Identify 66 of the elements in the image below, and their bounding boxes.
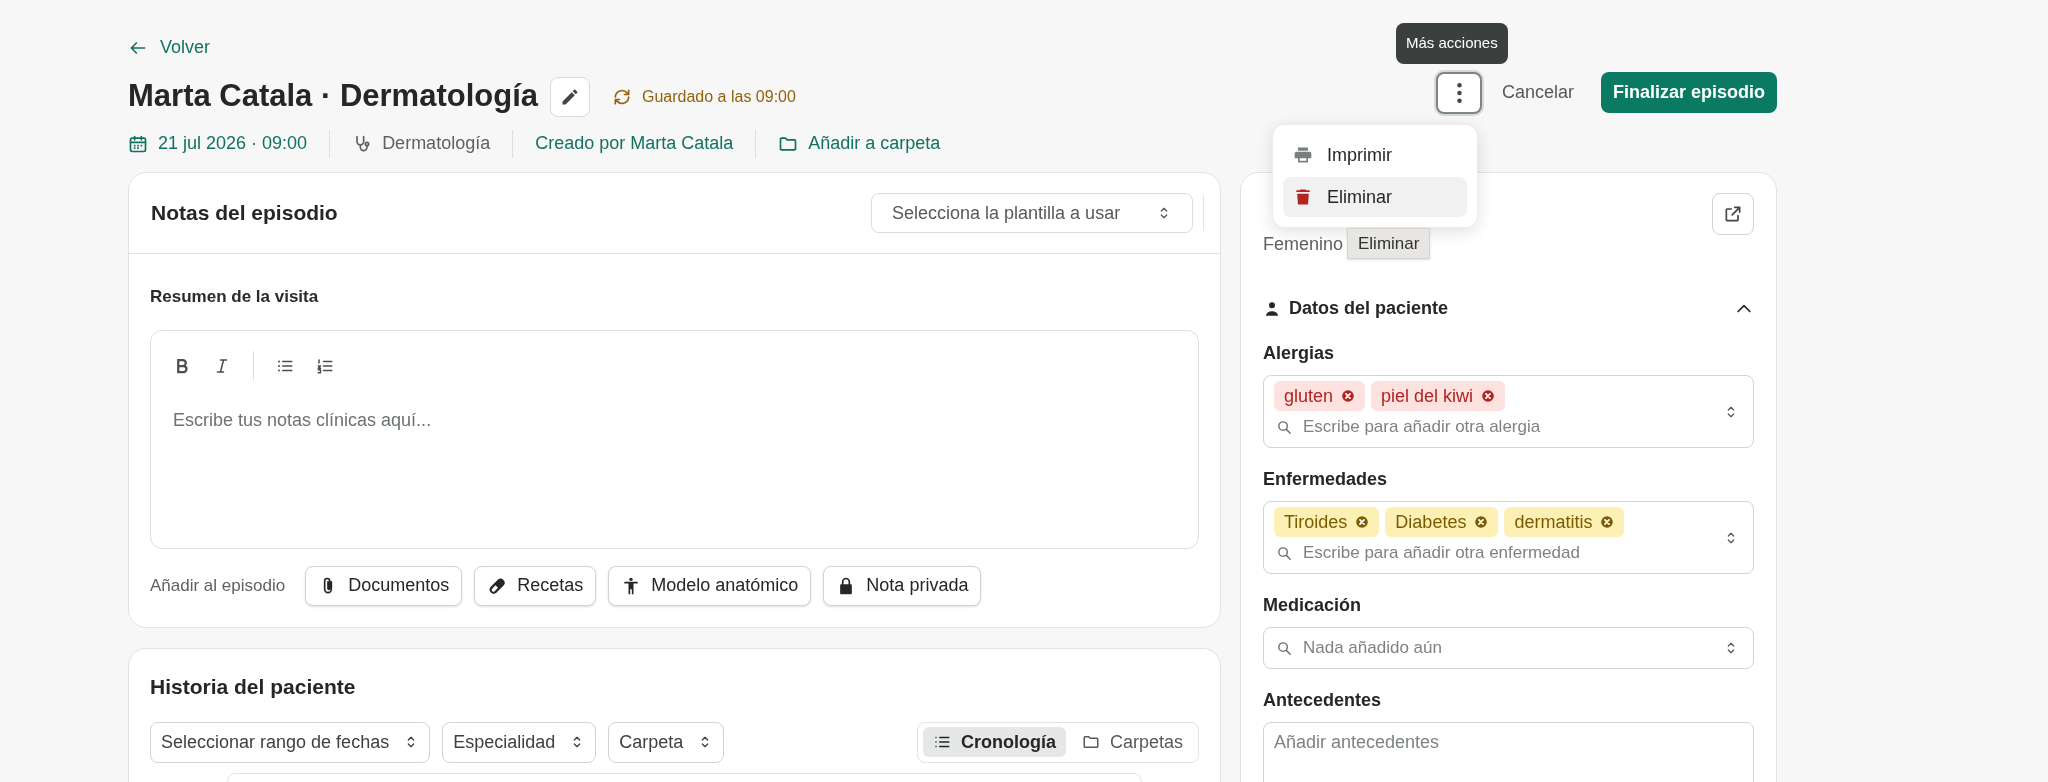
search-icon (1276, 418, 1293, 436)
calendar-icon (128, 133, 148, 154)
back-link[interactable]: Volver (128, 34, 211, 61)
card-title: Notas del episodio (151, 200, 338, 227)
tag-select[interactable]: gluten piel del kiwi Escribe para añadir otra alergia (1263, 375, 1754, 448)
tag[interactable]: dermatitis (1504, 507, 1625, 537)
numbered-list-icon[interactable] (316, 356, 334, 375)
edit-button[interactable] (550, 76, 590, 117)
filter-select[interactable]: Seleccionar rango de fechas (150, 721, 431, 763)
trash-icon (1293, 187, 1313, 207)
notes-editor[interactable]: Escribe tus notas clínicas aquí... (150, 329, 1199, 549)
patient-data-toggle[interactable]: Datos del paciente (1263, 295, 1754, 322)
remove-icon[interactable] (1474, 515, 1489, 529)
finish-episode-button[interactable]: Finalizar episodio (1601, 72, 1777, 113)
section-label: Resumen de la visita (150, 286, 320, 308)
filter-select[interactable]: Carpeta (608, 721, 725, 763)
tag[interactable]: piel del kiwi (1371, 381, 1506, 411)
add-button[interactable]: Modelo anatómico (608, 565, 812, 606)
search-icon (1276, 544, 1293, 562)
add-button[interactable]: Recetas (474, 565, 597, 606)
editor-placeholder: Escribe tus notas clínicas aquí... (173, 408, 433, 432)
field-label: Alergias (1263, 342, 1336, 365)
filter-select[interactable]: Especialidad (442, 721, 597, 763)
antecedents-field[interactable]: Añadir antecedentes (1263, 722, 1754, 782)
cancel-button[interactable]: Cancelar (1492, 72, 1585, 113)
remove-icon[interactable] (1481, 389, 1496, 403)
patient-gender: Femenino (1263, 233, 1344, 256)
page-title: Marta Catala · Dermatología (128, 77, 538, 116)
tooltip: Eliminar (1347, 228, 1431, 259)
view-tab[interactable]: Cronología (922, 727, 1066, 757)
menu-item[interactable]: Eliminar (1283, 177, 1467, 217)
printer-icon (1293, 145, 1313, 165)
add-button[interactable]: Nota privada (823, 565, 982, 606)
add-button[interactable]: Documentos (305, 565, 463, 606)
save-status: Guardado a las 09:00 (642, 86, 796, 107)
field-label: Medicación (1263, 594, 1363, 617)
external-link-icon (1723, 204, 1743, 224)
search-input[interactable]: Escribe para añadir otra alergia (1303, 414, 1723, 440)
add-to-folder-link[interactable]: Añadir a carpeta (808, 130, 941, 157)
field-label: Enfermedades (1263, 468, 1389, 491)
search-input[interactable]: Escribe para añadir otra enfermedad (1303, 540, 1723, 566)
remove-icon[interactable] (1341, 389, 1356, 403)
more-actions-button[interactable] (1436, 72, 1482, 114)
tooltip: Más acciones (1396, 23, 1508, 64)
view-tab[interactable]: Carpetas (1071, 727, 1193, 757)
field-label: Antecedentes (1263, 689, 1383, 712)
menu-item[interactable]: Imprimir (1283, 135, 1467, 175)
card-title: Historia del paciente (150, 674, 357, 700)
folder-icon (1081, 733, 1100, 751)
user-icon (1263, 299, 1281, 318)
specialty-label: Dermatología (382, 132, 491, 155)
open-external-button[interactable] (1712, 193, 1754, 235)
tag[interactable]: Diabetes (1385, 507, 1499, 537)
tag[interactable]: Tiroides (1274, 507, 1380, 537)
search-input[interactable]: Nada añadido aún (1303, 635, 1723, 661)
tag[interactable]: gluten (1274, 381, 1366, 411)
tag-select[interactable]: Nada añadido aún (1263, 627, 1754, 669)
more-vertical-icon (1456, 83, 1462, 103)
template-select[interactable]: Selecciona la plantilla a usar (871, 193, 1193, 233)
remove-icon[interactable] (1600, 515, 1615, 529)
tag-select[interactable]: Tiroides Diabetes dermatitis Escribe para añadir otra enfermedad (1263, 501, 1754, 574)
search-icon (1276, 639, 1293, 657)
date-label: 21 jul 2026 · 09:00 (158, 132, 308, 155)
creator-link[interactable]: Creado por Marta Catala (535, 130, 734, 157)
add-label: Añadir al episodio (150, 574, 286, 597)
remove-icon[interactable] (1355, 515, 1370, 529)
